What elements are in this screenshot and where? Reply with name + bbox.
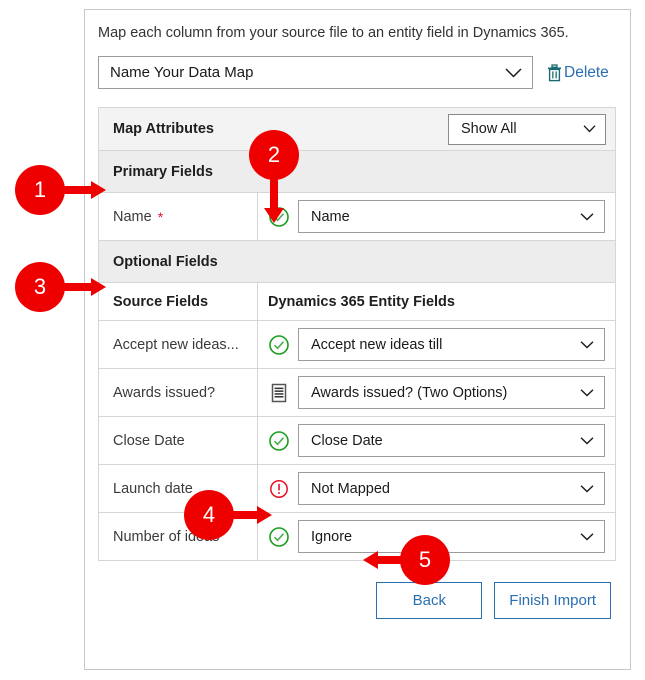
- target-field-cell: Name: [258, 193, 615, 240]
- optional-fields-section-header: Optional Fields: [99, 241, 615, 283]
- data-map-name-value: Name Your Data Map: [110, 64, 254, 81]
- annotation-arrow-3: [60, 278, 106, 296]
- source-field-label: Name: [113, 208, 152, 225]
- annotation-arrow-2: [264, 175, 284, 223]
- warning-circle-icon: [268, 478, 290, 500]
- entity-field-value: Ignore: [311, 528, 353, 545]
- annotation-badge-1: 1: [15, 165, 65, 215]
- chevron-down-icon: [580, 212, 594, 221]
- annotation-number: 4: [202, 502, 216, 527]
- trash-icon: [547, 63, 562, 82]
- required-asterisk: *: [157, 208, 164, 225]
- annotation-badge-3: 3: [15, 262, 65, 312]
- table-row: Name * Name: [99, 193, 615, 241]
- entity-field-value: Close Date: [311, 432, 383, 449]
- primary-fields-label: Primary Fields: [113, 163, 213, 180]
- chevron-down-icon: [580, 532, 594, 541]
- entity-field-select[interactable]: Name: [298, 200, 605, 233]
- delete-label: Delete: [564, 63, 609, 81]
- source-field-cell: Awards issued?: [99, 369, 258, 416]
- entity-field-select[interactable]: Accept new ideas till: [298, 328, 605, 361]
- chevron-down-icon: [505, 67, 522, 78]
- annotation-badge-5: 5: [400, 535, 450, 585]
- chevron-down-icon: [580, 484, 594, 493]
- data-map-dialog: Map each column from your source file to…: [84, 9, 631, 670]
- table-row: Number of ideas Ignore: [99, 513, 615, 561]
- table-row: Awards issued? Awards issued? (Two Optio…: [99, 369, 615, 417]
- dialog-footer: Back Finish Import: [98, 582, 617, 619]
- map-attributes-table: Map Attributes Show All Primary Fields N…: [98, 107, 616, 561]
- target-field-cell: Close Date: [258, 417, 615, 464]
- annotation-arrow-1: [60, 181, 106, 199]
- annotation-arrow-4: [228, 506, 272, 524]
- finish-import-button[interactable]: Finish Import: [494, 582, 611, 619]
- entity-field-value: Name: [311, 208, 350, 225]
- annotation-badge-2: 2: [249, 130, 299, 180]
- source-field-cell: Close Date: [99, 417, 258, 464]
- data-map-name-row: Name Your Data Map Delete: [98, 56, 617, 89]
- source-field-cell: Name *: [99, 193, 258, 240]
- check-circle-icon: [268, 334, 290, 356]
- show-all-value: Show All: [461, 121, 517, 137]
- table-row: Close Date Close Date: [99, 417, 615, 465]
- entity-field-value: Not Mapped: [311, 480, 390, 497]
- chevron-down-icon: [583, 125, 596, 134]
- annotation-badge-4: 4: [184, 490, 234, 540]
- entity-field-select[interactable]: Awards issued? (Two Options): [298, 376, 605, 409]
- entity-field-value: Awards issued? (Two Options): [311, 384, 508, 401]
- list-document-icon: [268, 382, 290, 404]
- source-field-cell: Accept new ideas...: [99, 321, 258, 368]
- entity-field-select[interactable]: Not Mapped: [298, 472, 605, 505]
- annotation-number: 5: [418, 547, 432, 572]
- primary-fields-section-header: Primary Fields: [99, 151, 615, 193]
- target-field-cell: Awards issued? (Two Options): [258, 369, 615, 416]
- entity-fields-column-header: Dynamics 365 Entity Fields: [268, 293, 455, 310]
- table-column-headers: Source Fields Dynamics 365 Entity Fields: [99, 283, 615, 321]
- check-circle-icon: [268, 526, 290, 548]
- data-map-name-select[interactable]: Name Your Data Map: [98, 56, 533, 89]
- chevron-down-icon: [580, 340, 594, 349]
- table-row: Accept new ideas... Accept new ideas til…: [99, 321, 615, 369]
- chevron-down-icon: [580, 436, 594, 445]
- entity-field-select[interactable]: Ignore: [298, 520, 605, 553]
- annotation-number: 3: [33, 274, 47, 299]
- chevron-down-icon: [580, 388, 594, 397]
- target-field-cell: Accept new ideas till: [258, 321, 615, 368]
- annotation-number: 2: [267, 142, 281, 167]
- delete-data-map-button[interactable]: Delete: [547, 64, 609, 82]
- annotation-number: 1: [33, 177, 47, 202]
- intro-instruction: Map each column from your source file to…: [98, 25, 569, 41]
- entity-field-value: Accept new ideas till: [311, 336, 443, 353]
- map-attributes-header: Map Attributes Show All: [99, 108, 615, 151]
- show-all-filter-select[interactable]: Show All: [448, 113, 606, 145]
- table-row: Launch date Not Mapped: [99, 465, 615, 513]
- dialog-body: Map each column from your source file to…: [98, 23, 617, 619]
- back-button[interactable]: Back: [376, 582, 483, 619]
- source-fields-column-header: Source Fields: [99, 283, 258, 320]
- target-field-cell: Not Mapped: [258, 465, 615, 512]
- optional-fields-label: Optional Fields: [113, 253, 218, 270]
- map-attributes-title: Map Attributes: [113, 121, 214, 137]
- entity-field-select[interactable]: Close Date: [298, 424, 605, 457]
- check-circle-icon: [268, 430, 290, 452]
